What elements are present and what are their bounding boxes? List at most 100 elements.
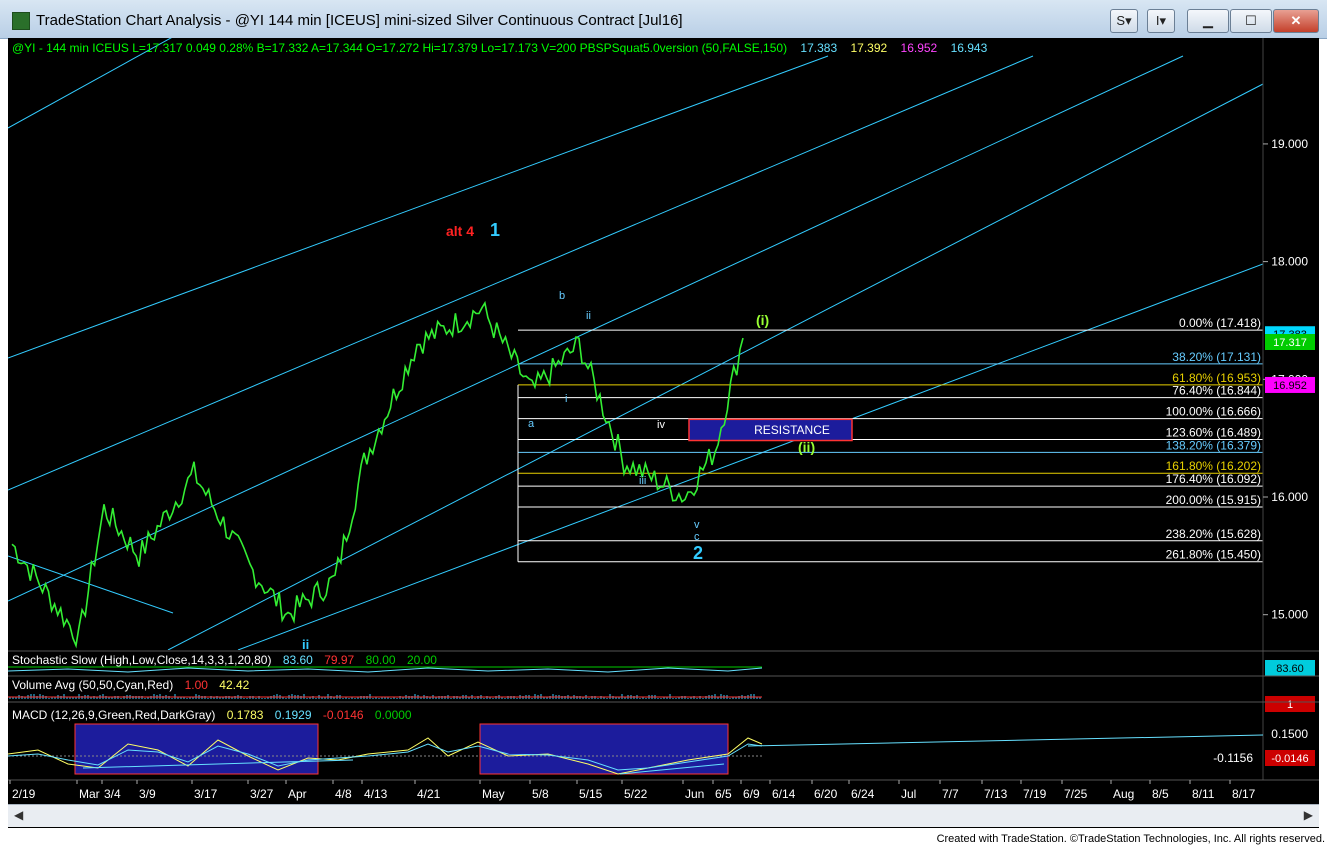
time-axis: 2/19 Mar 3/4 3/9 3/17 3/27 Apr 4/8 4/13 4/21 May 5/…: [9, 780, 1256, 801]
time-tick-label: 6/5: [715, 787, 732, 801]
time-tick-label: 3/9: [139, 787, 156, 801]
tradestation-app-icon: [12, 12, 30, 30]
time-tick-label: 7/19: [1023, 787, 1047, 801]
scroll-right-arrow-icon[interactable]: ▶: [1304, 808, 1313, 822]
time-tick-label: 7/13: [984, 787, 1008, 801]
fib-level-label: 200.00% (15.915): [1166, 493, 1261, 507]
fib-level-label: 100.00% (16.666): [1166, 405, 1261, 419]
indicator-value-4: 16.943: [951, 41, 988, 55]
scroll-left-arrow-icon[interactable]: ◀: [14, 808, 23, 822]
time-tick-label: 7/7: [942, 787, 959, 801]
time-tick-label: 4/13: [364, 787, 388, 801]
wave-label-ii: ii: [586, 310, 591, 322]
time-tick-label: Jun: [685, 787, 704, 801]
stochastic-os: 20.00: [407, 653, 437, 667]
price-tick-label: 19.000: [1271, 137, 1308, 151]
last-price-tag-label: 17.317: [1273, 337, 1307, 349]
time-tick-label: 6/20: [814, 787, 838, 801]
wave-label-b: b: [559, 290, 565, 302]
macd-value: 0.1783: [227, 708, 264, 722]
macd-legend: MACD (12,26,9,Green,Red,DarkGray) 0.1783…: [12, 708, 412, 722]
time-tick-label: 6/9: [743, 787, 760, 801]
stochastic-tag-label: 83.60: [1276, 663, 1304, 675]
stochastic-title: Stochastic Slow (High,Low,Close,14,3,3,1…: [12, 653, 271, 667]
time-tick-label: Mar: [79, 787, 100, 801]
channel-line: [167, 83, 1263, 650]
time-tick-label: Jul: [901, 787, 916, 801]
volume-tag-label: 1: [1287, 699, 1293, 711]
macd-avg: 0.1929: [275, 708, 312, 722]
fib-level-label: 0.00% (17.418): [1179, 316, 1261, 330]
indicator-value-1: 17.383: [800, 41, 837, 55]
wave-label-ii-paren: (ii): [798, 439, 815, 455]
channel-lines: [8, 38, 1263, 650]
price-tick-label: 16.000: [1271, 490, 1308, 504]
time-tick-label: 6/24: [851, 787, 875, 801]
stochastic-ob: 80.00: [366, 653, 396, 667]
fib-level-label: 176.40% (16.092): [1166, 472, 1261, 486]
price-tick-label: 15.000: [1271, 608, 1308, 622]
indicator-value-2: 17.392: [850, 41, 887, 55]
copyright-footer: Created with TradeStation. ©TradeStation…: [936, 833, 1325, 845]
window-title: TradeStation Chart Analysis - @YI 144 mi…: [36, 12, 683, 29]
last-price-tag-label: 16.952: [1273, 380, 1307, 392]
wave-label-1: 1: [490, 220, 500, 240]
macd-title: MACD (12,26,9,Green,Red,DarkGray): [12, 708, 215, 722]
interval-link-label: I: [1155, 13, 1160, 28]
fib-level-label: 38.20% (17.131): [1172, 350, 1261, 364]
fibonacci-levels: 0.00% (17.418)38.20% (17.131)61.80% (16.…: [517, 316, 1263, 563]
fib-level-label: 161.80% (16.202): [1166, 459, 1261, 473]
minimize-button[interactable]: ▁: [1187, 9, 1229, 33]
macd-diff: -0.0146: [323, 708, 364, 722]
wave-label-iii: iii: [639, 475, 646, 487]
macd-axis-label: 0.1500: [1271, 727, 1308, 741]
time-tick-label: 4/8: [335, 787, 352, 801]
stochastic-k-line: [7, 667, 763, 673]
symbol-quote: @YI - 144 min ICEUS L=17.317 0.049 0.28%…: [12, 41, 787, 55]
minimize-icon: ▁: [1203, 13, 1213, 28]
macd-zero: 0.0000: [375, 708, 412, 722]
macd-trendline: [747, 734, 1264, 747]
volume-bars: [8, 694, 762, 699]
indicator-value-3: 16.952: [901, 41, 938, 55]
stochastic-d: 79.97: [324, 653, 354, 667]
time-tick-label: 8/11: [1192, 787, 1215, 801]
time-tick-label: 3/27: [250, 787, 274, 801]
channel-line: [237, 263, 1263, 650]
time-tick-label: 5/15: [579, 787, 603, 801]
time-tick-label: 7/25: [1064, 787, 1088, 801]
interval-link-button[interactable]: I▾: [1147, 9, 1175, 33]
resistance-label: RESISTANCE: [754, 423, 830, 437]
wave-label-iv: iv: [657, 419, 665, 431]
price-tick-label: 18.000: [1271, 255, 1308, 269]
stochastic-legend: Stochastic Slow (High,Low,Close,14,3,3,1…: [12, 653, 437, 667]
time-tick-label: 3/4: [104, 787, 121, 801]
time-tick-label: Apr: [288, 787, 307, 801]
time-tick-label: 5/8: [532, 787, 549, 801]
stochastic-lines: [7, 666, 763, 673]
wave-label-a: a: [528, 418, 535, 430]
price-line: [11, 300, 744, 649]
price-chart: 0.00% (17.418)38.20% (17.131)61.80% (16.…: [7, 38, 1319, 801]
close-button[interactable]: ✕: [1273, 9, 1319, 33]
maximize-button[interactable]: ☐: [1230, 9, 1272, 33]
channel-line: [8, 55, 829, 359]
time-tick-label: 8/5: [1152, 787, 1169, 801]
macd-divergence-box: [479, 723, 729, 775]
horizontal-scrollbar[interactable]: ◀ ▶: [8, 804, 1319, 827]
macd-annotation: -0.1156: [1213, 751, 1253, 765]
close-icon: ✕: [1290, 13, 1302, 28]
time-tick-label: Aug: [1113, 787, 1134, 801]
fib-level-label: 261.80% (15.450): [1166, 548, 1261, 562]
symbol-link-button[interactable]: S▾: [1110, 9, 1138, 33]
wave-label-ii-minor: ii: [302, 637, 309, 652]
fib-level-label: 238.20% (15.628): [1166, 527, 1261, 541]
price-series-line: [11, 300, 744, 649]
channel-line: [8, 55, 1184, 602]
time-tick-label: May: [482, 787, 505, 801]
volume-legend: Volume Avg (50,50,Cyan,Red) 1.00 42.42: [12, 678, 250, 692]
chart-area[interactable]: 0.00% (17.418) 38.20% (17.131) 61.80% (16.…: [7, 38, 1319, 828]
fib-level-label: 76.40% (16.844): [1172, 384, 1261, 398]
channel-line: [8, 55, 1034, 491]
time-tick-label: 3/17: [194, 787, 218, 801]
